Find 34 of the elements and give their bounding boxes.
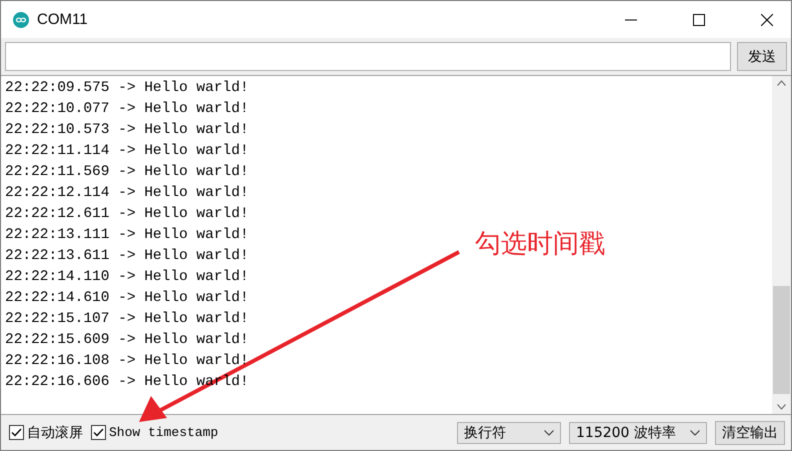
chevron-down-icon bbox=[690, 430, 700, 436]
log-line: 22:22:12.114 -> Hello warld! bbox=[5, 184, 249, 203]
scroll-up-icon[interactable] bbox=[777, 80, 786, 86]
send-button[interactable]: 发送 bbox=[737, 42, 787, 71]
log-line: 22:22:11.114 -> Hello warld! bbox=[5, 142, 249, 161]
log-line: 22:22:15.107 -> Hello warld! bbox=[5, 310, 249, 329]
checkbox-label: Show timestamp bbox=[109, 425, 218, 440]
log-line: 22:22:10.077 -> Hello warld! bbox=[5, 100, 249, 119]
baud-rate-dropdown[interactable]: 115200 波特率 bbox=[569, 422, 707, 444]
close-icon[interactable] bbox=[761, 14, 773, 26]
checkbox[interactable] bbox=[9, 425, 24, 440]
annotation-text: 勾选时间戳 bbox=[475, 228, 605, 261]
chevron-down-icon bbox=[544, 430, 554, 436]
log-line: 22:22:11.569 -> Hello warld! bbox=[5, 163, 249, 182]
log-line: 22:22:16.108 -> Hello warld! bbox=[5, 352, 249, 371]
scrollbar[interactable] bbox=[772, 76, 791, 414]
checkbox[interactable] bbox=[91, 425, 106, 440]
scroll-thumb[interactable] bbox=[773, 286, 790, 394]
checkbox-label: 自动滚屏 bbox=[27, 424, 83, 442]
maximize-icon[interactable] bbox=[693, 14, 705, 26]
log-line: 22:22:09.575 -> Hello warld! bbox=[5, 79, 249, 98]
app-icon bbox=[13, 12, 29, 28]
log-line: 22:22:12.611 -> Hello warld! bbox=[5, 205, 249, 224]
scroll-down-icon[interactable] bbox=[777, 404, 786, 410]
line-ending-dropdown[interactable]: 换行符 bbox=[457, 422, 561, 444]
log-line: 22:22:14.610 -> Hello warld! bbox=[5, 289, 249, 308]
log-line: 22:22:13.611 -> Hello warld! bbox=[5, 247, 249, 266]
window-title: COM11 bbox=[37, 11, 88, 28]
log-line: 22:22:14.110 -> Hello warld! bbox=[5, 268, 249, 287]
log-line: 22:22:13.111 -> Hello warld! bbox=[5, 226, 249, 245]
clear-output-button[interactable]: 清空输出 bbox=[715, 420, 785, 444]
input-field[interactable] bbox=[5, 42, 731, 71]
log-line: 22:22:10.573 -> Hello warld! bbox=[5, 121, 249, 140]
log-line: 22:22:15.609 -> Hello warld! bbox=[5, 331, 249, 350]
